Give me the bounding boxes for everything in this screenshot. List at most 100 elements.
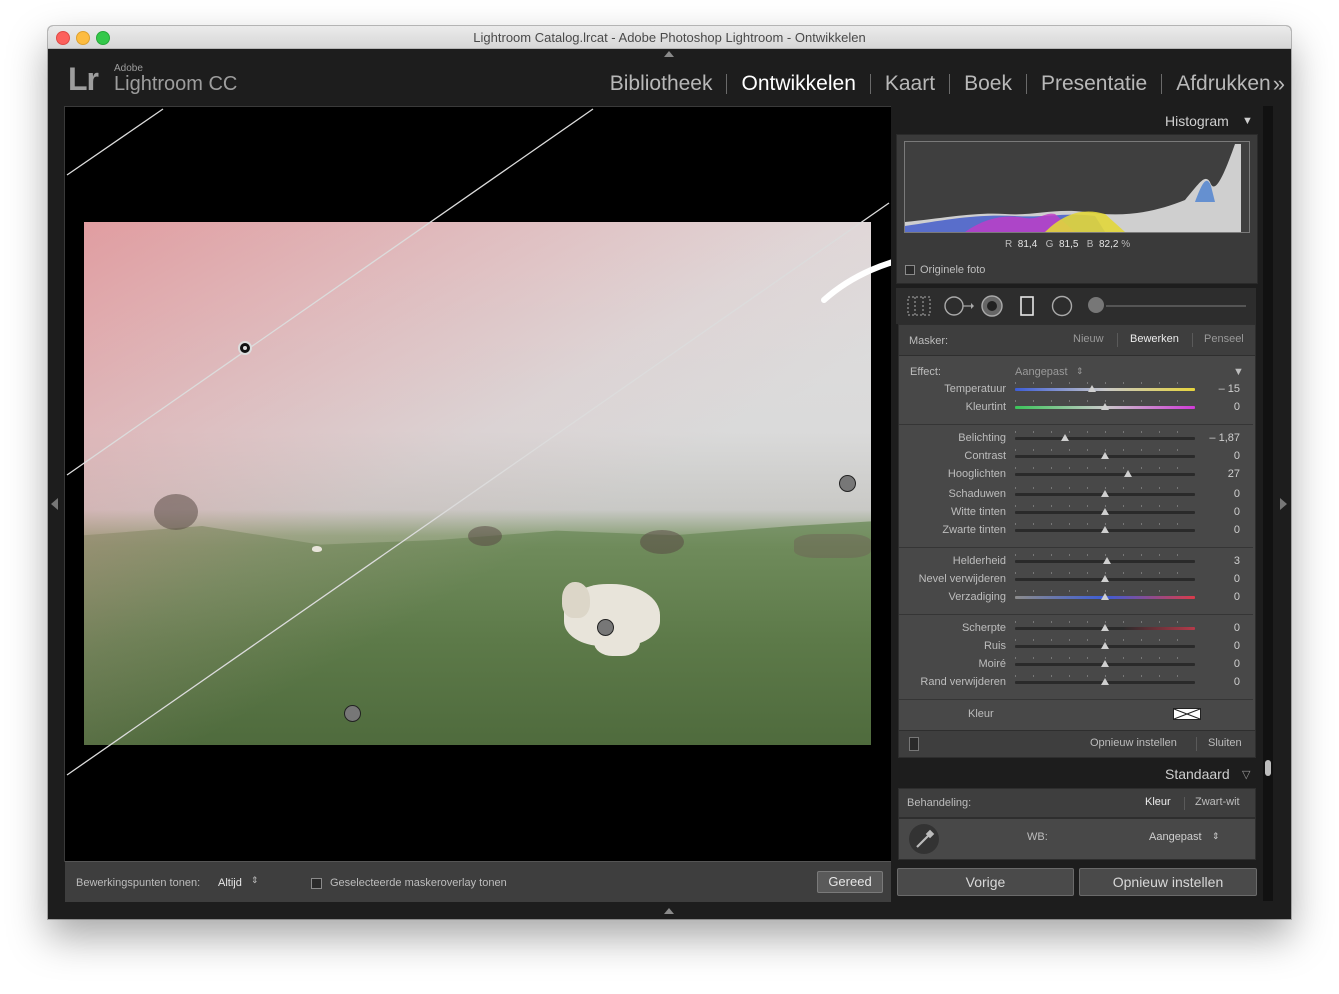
graduated-filter-tool-icon[interactable] (1019, 295, 1035, 317)
slider-track[interactable] (1015, 473, 1195, 476)
slider-thumb[interactable] (1102, 557, 1111, 564)
scrollbar-thumb[interactable] (1265, 760, 1271, 776)
treatment-bw-option[interactable]: Zwart-wit (1195, 796, 1240, 808)
image-canvas[interactable] (64, 106, 892, 862)
tool-strip (896, 288, 1256, 324)
slider-thumb[interactable] (1101, 403, 1109, 410)
slider-value[interactable]: 27 (1200, 468, 1240, 480)
slider-thumb[interactable] (1101, 490, 1109, 497)
original-photo-checkbox[interactable] (905, 265, 915, 275)
slider-thumb[interactable] (1101, 508, 1109, 515)
slider-ticks (1015, 657, 1195, 659)
slider-thumb[interactable] (1088, 385, 1097, 392)
slider-thumb[interactable] (1101, 593, 1109, 600)
slider-value[interactable]: – 15 (1200, 383, 1240, 395)
filter-close-button[interactable]: Sluiten (1208, 737, 1242, 749)
slider-thumb[interactable] (1101, 526, 1109, 533)
select-arrows-icon[interactable]: ⇕ (1212, 831, 1220, 842)
slider-thumb[interactable] (1101, 575, 1109, 582)
select-arrows-icon[interactable]: ⇕ (1076, 366, 1084, 377)
mask-brush-button[interactable]: Penseel (1204, 333, 1244, 345)
histogram-title[interactable]: Histogram (1165, 113, 1229, 129)
slider-value[interactable]: 0 (1200, 676, 1240, 688)
slider-thumb[interactable] (1101, 624, 1109, 631)
basic-panel-collapse-icon[interactable]: ▽ (1242, 768, 1250, 781)
slider-track[interactable] (1015, 388, 1195, 391)
crop-tool-icon[interactable] (907, 296, 931, 316)
filter-toggle-switch[interactable] (909, 737, 919, 751)
effect-preset-select[interactable]: Aangepast (1015, 366, 1068, 378)
slider-value[interactable]: 0 (1200, 450, 1240, 462)
edit-pin[interactable] (839, 475, 856, 492)
slider-value[interactable]: 0 (1200, 506, 1240, 518)
treatment-color-option[interactable]: Kleur (1145, 796, 1171, 808)
slider-thumb[interactable] (1101, 642, 1109, 649)
module-map[interactable]: Kaart (871, 72, 949, 96)
slider-value[interactable]: 0 (1200, 591, 1240, 603)
basic-panel-title[interactable]: Standaard (1165, 766, 1230, 782)
histogram-readout: R 81,4 G 81,5 B 82,2 % (1005, 239, 1130, 250)
slider-label: Witte tinten (950, 506, 1006, 518)
panel-scrollbar[interactable] (1263, 106, 1273, 901)
left-panel-toggle-icon[interactable] (51, 498, 58, 510)
slider-value[interactable]: 0 (1200, 488, 1240, 500)
mask-overlay-checkbox[interactable] (311, 878, 322, 889)
slider-thumb[interactable] (1101, 678, 1109, 685)
slider-value[interactable]: 0 (1200, 658, 1240, 670)
mask-new-button[interactable]: Nieuw (1073, 333, 1104, 345)
collapse-bottom-panel-icon[interactable] (664, 908, 674, 914)
module-slideshow[interactable]: Presentatie (1027, 72, 1161, 96)
slider-thumb[interactable] (1061, 434, 1070, 441)
previous-button[interactable]: Vorige (897, 868, 1074, 896)
slider-thumb[interactable] (1101, 452, 1109, 459)
slider-track[interactable] (1015, 437, 1195, 440)
slider-value[interactable]: 0 (1200, 524, 1240, 536)
done-button[interactable]: Gereed (817, 871, 883, 893)
percent-unit: % (1121, 239, 1131, 250)
slider-value[interactable]: 0 (1200, 640, 1240, 652)
slider-ticks (1015, 523, 1195, 525)
slider-ticks (1015, 554, 1195, 556)
tool-slider-track[interactable] (1106, 305, 1246, 307)
filter-reset-button[interactable]: Opnieuw instellen (1090, 737, 1177, 749)
slider-value[interactable]: 0 (1200, 622, 1240, 634)
wb-select[interactable]: Aangepast (1149, 831, 1202, 843)
module-print[interactable]: Afdrukken (1162, 72, 1273, 96)
module-develop[interactable]: Ontwikkelen (727, 72, 869, 96)
window-title: Lightroom Catalog.lrcat - Adobe Photosho… (473, 30, 866, 45)
eyedropper-icon[interactable] (907, 823, 941, 855)
color-swatch-icon[interactable] (1173, 708, 1201, 720)
more-modules-icon[interactable]: » (1273, 71, 1285, 97)
slider-value[interactable]: 0 (1200, 573, 1240, 585)
slider-label: Nevel verwijderen (918, 573, 1006, 585)
right-panel-toggle-icon[interactable] (1280, 498, 1287, 510)
slider-value[interactable]: – 1,87 (1200, 432, 1240, 444)
module-library[interactable]: Bibliotheek (596, 72, 727, 96)
red-eye-tool-icon[interactable] (980, 295, 1004, 317)
slider-value[interactable]: 3 (1200, 555, 1240, 567)
slider-value[interactable]: 0 (1200, 401, 1240, 413)
slider-ticks (1015, 639, 1195, 641)
adjustment-brush-tool-icon[interactable] (1088, 297, 1104, 313)
edit-pin[interactable] (344, 705, 361, 722)
mask-edit-button[interactable]: Bewerken (1130, 333, 1179, 345)
slider-ticks (1015, 572, 1195, 574)
divider (1184, 797, 1185, 810)
histogram-graph[interactable] (904, 141, 1250, 233)
spot-removal-tool-icon[interactable] (944, 296, 974, 316)
edit-pin[interactable] (597, 619, 614, 636)
histogram-collapse-icon[interactable]: ▼ (1242, 115, 1253, 127)
collapse-top-panel-icon[interactable] (664, 51, 674, 57)
effect-collapse-icon[interactable]: ▼ (1233, 366, 1244, 378)
slider-ticks (1015, 400, 1195, 402)
reset-button[interactable]: Opnieuw instellen (1079, 868, 1257, 896)
slider-label: Rand verwijderen (920, 676, 1006, 688)
show-pins-select[interactable]: Altijd (218, 877, 242, 889)
radial-filter-tool-icon[interactable] (1050, 295, 1074, 317)
slider-thumb[interactable] (1101, 660, 1109, 667)
module-book[interactable]: Boek (950, 72, 1026, 96)
selected-edit-pin[interactable] (238, 341, 252, 355)
slider-thumb[interactable] (1124, 470, 1133, 477)
select-arrows-icon[interactable]: ⇕ (251, 875, 259, 886)
slider-ticks (1015, 449, 1195, 451)
